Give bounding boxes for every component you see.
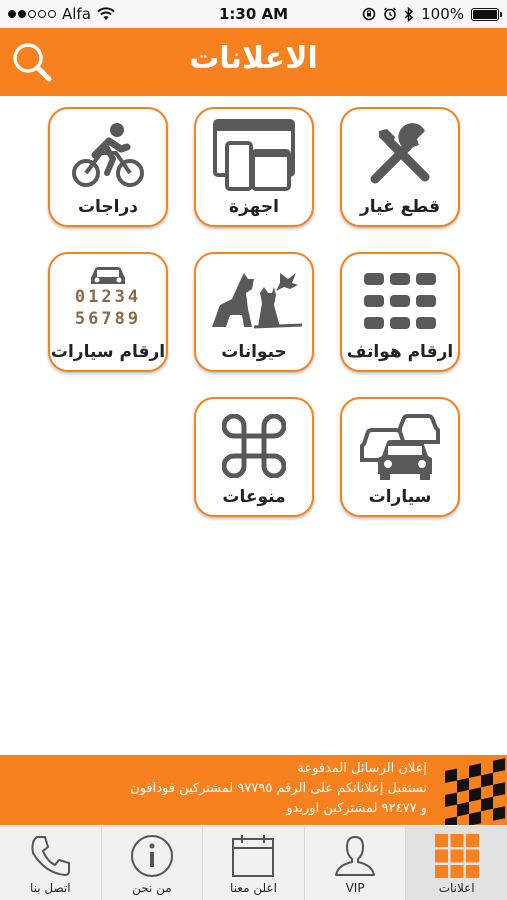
tab-bar: اتصل بنا من نحن اعلن معنا VIP اعلانات — [0, 826, 507, 900]
battery-icon — [471, 7, 502, 21]
tab-label: اتصل بنا — [29, 881, 71, 895]
ad-banner[interactable]: إعلان الرسائل المدفوعة نستقبل إعلاناتكم … — [0, 755, 507, 825]
category-car-plates[interactable]: 01234 56789 ارقام سيارات — [48, 252, 168, 372]
battery-percent: 100% — [421, 5, 464, 23]
category-misc[interactable]: منوعات — [194, 397, 314, 517]
car-plate-icon — [91, 267, 125, 284]
category-bicycles[interactable]: دراجات — [48, 107, 168, 227]
user-icon — [335, 836, 376, 876]
tab-label: اعلانات — [438, 881, 475, 895]
category-label: سيارات — [368, 487, 432, 507]
category-label: حيوانات — [221, 342, 287, 362]
banner-line-1: إعلان الرسائل المدفوعة — [297, 761, 427, 776]
animals-icon — [212, 273, 302, 329]
category-spare-parts[interactable]: قطع غيار — [340, 107, 460, 227]
info-icon — [130, 835, 173, 877]
bluetooth-icon — [404, 6, 414, 22]
tab-advertise-with-us[interactable]: اعلن معنا — [203, 827, 305, 900]
category-cars[interactable]: سيارات — [340, 397, 460, 517]
cars-icon — [360, 414, 440, 480]
category-label: ارقام سيارات — [50, 342, 166, 362]
phone-keypad-icon — [364, 273, 436, 329]
tab-label: VIP — [345, 881, 365, 895]
header-bar: الاعلانات — [0, 28, 507, 96]
category-label: منوعات — [222, 487, 286, 507]
plate-digits-line2: 56789 — [74, 309, 142, 329]
rotation-lock-icon — [362, 7, 376, 21]
tab-label: من نحن — [132, 881, 172, 895]
banner-line-3: و ٩٢٤٧٧ لمشتركين اوريدو — [286, 801, 427, 816]
devices-icon — [213, 119, 295, 191]
bicycle-icon — [72, 123, 144, 187]
calendar-icon — [232, 835, 275, 877]
plate-digits-line1: 01234 — [74, 287, 142, 307]
grid-icon — [434, 834, 479, 878]
banner-text: إعلان الرسائل المدفوعة نستقبل إعلاناتكم … — [30, 759, 427, 819]
page-title: الاعلانات — [189, 41, 318, 76]
tab-about-us[interactable]: من نحن — [102, 827, 204, 900]
category-label: اجهزة — [229, 197, 279, 217]
category-phone-numbers[interactable]: ارقام هواتف — [340, 252, 460, 372]
command-icon — [222, 414, 286, 478]
status-indicators: 100% — [362, 5, 502, 23]
category-devices[interactable]: اجهزة — [194, 107, 314, 227]
tab-contact-us[interactable]: اتصل بنا — [0, 827, 102, 900]
category-animals[interactable]: حيوانات — [194, 252, 314, 372]
category-label: دراجات — [77, 197, 139, 217]
tab-label: اعلن معنا — [230, 881, 277, 895]
checkered-flag-icon — [437, 755, 507, 825]
category-label: قطع غيار — [360, 197, 440, 217]
phone-icon — [31, 836, 71, 876]
tab-vip[interactable]: VIP — [305, 827, 407, 900]
status-bar: Alfa 1:30 AM 100% — [0, 0, 507, 28]
alarm-icon — [384, 7, 397, 21]
tab-ads[interactable]: اعلانات — [406, 827, 507, 900]
category-label: ارقام هواتف — [346, 342, 454, 362]
tools-icon — [370, 123, 430, 184]
banner-line-2: نستقبل إعلاناتكم على الرقم ٩٧٧٩٥ لمشتركي… — [130, 781, 427, 796]
